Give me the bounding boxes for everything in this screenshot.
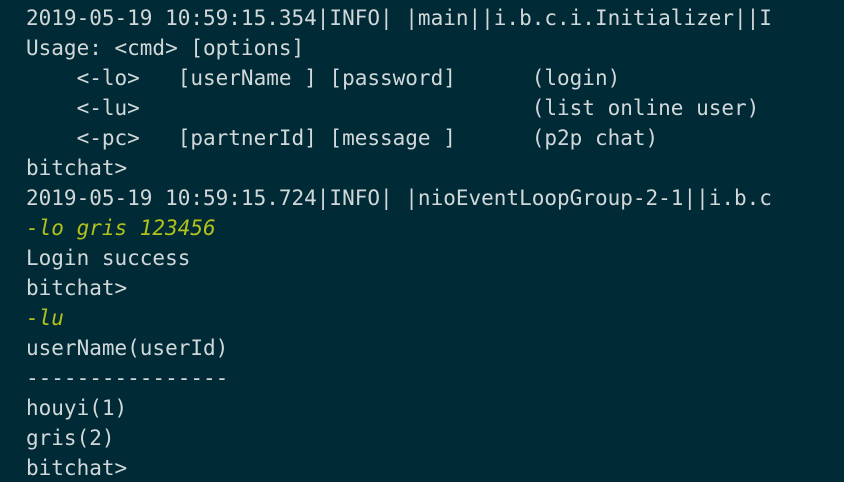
log-line: 2019-05-19 10:59:15.724|INFO| |nioEventL… bbox=[26, 186, 772, 210]
usage-option-p2p-chat: <-pc> [partnerId] [message ] (p2p chat) bbox=[26, 126, 659, 150]
usage-option-list-users: <-lu> (list online user) bbox=[26, 96, 760, 120]
user-command-list-users: -lu bbox=[26, 306, 64, 330]
shell-prompt-active[interactable]: bitchat> bbox=[0, 453, 844, 482]
user-list-item: gris(2) bbox=[26, 426, 115, 450]
log-line: 2019-05-19 10:59:15.354|INFO| |main||i.b… bbox=[26, 6, 772, 30]
user-list-item: houyi(1) bbox=[26, 396, 128, 420]
terminal-window[interactable]: 2019-05-19 10:59:15.354|INFO| |main||i.b… bbox=[0, 0, 844, 482]
shell-prompt: bitchat> bbox=[26, 156, 128, 180]
usage-header: Usage: <cmd> [options] bbox=[26, 36, 305, 60]
login-result: Login success bbox=[26, 246, 191, 270]
shell-prompt: bitchat> bbox=[26, 276, 128, 300]
user-command-login: -lo gris 123456 bbox=[26, 216, 216, 240]
usage-option-login: <-lo> [userName ] [password] (login) bbox=[26, 66, 621, 90]
user-list-header: userName(userId) bbox=[26, 336, 229, 360]
user-list-separator: ---------------- bbox=[26, 366, 229, 390]
